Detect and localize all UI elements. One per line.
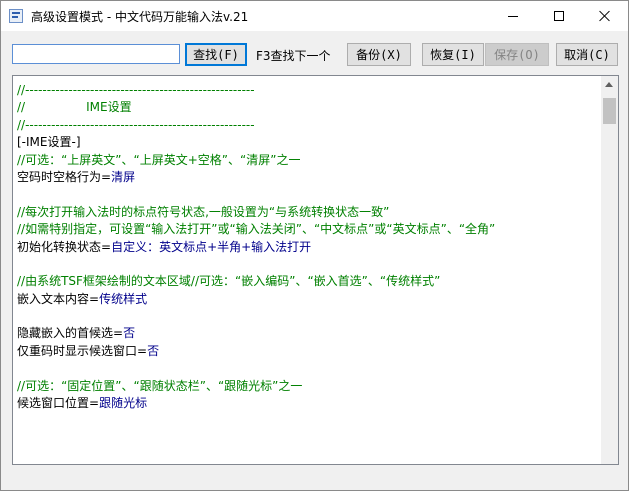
setting-key: 嵌入文本内容=	[17, 291, 100, 306]
setting-key: 隐藏嵌入的首候选=	[17, 326, 124, 341]
section-header: [-IME设置-]	[17, 135, 81, 150]
find-next-hint: F3查找下一个	[256, 49, 331, 63]
close-icon	[599, 10, 611, 22]
find-button[interactable]: 查找(F)	[185, 43, 247, 66]
code-line: //可选：“固定位置”、“跟随状态栏”、“跟随光标”之一	[17, 378, 597, 395]
setting-value: 清屏	[111, 169, 136, 184]
code-line: //如需特别指定，可设置“输入法打开”或“输入法关闭”、“中文标点”或“英文标点…	[17, 221, 597, 238]
setting-key: 候选窗口位置=	[17, 396, 100, 411]
search-input[interactable]	[12, 44, 180, 64]
code-line: //--------------------------------------…	[17, 117, 597, 134]
comment-text: //可选：“上屏英文”、“上屏英文+空格”、“清屏”之一	[17, 152, 301, 167]
config-editor[interactable]: //--------------------------------------…	[12, 75, 619, 465]
code-line: 初始化转换状态=自定义：英文标点+半角+输入法打开	[17, 239, 597, 256]
scroll-up-icon[interactable]	[605, 82, 613, 87]
code-line: //--------------------------------------…	[17, 82, 597, 99]
code-line: 嵌入文本内容=传统样式	[17, 291, 597, 308]
save-button[interactable]: 保存(O)	[485, 43, 549, 66]
cancel-button[interactable]: 取消(C)	[556, 43, 618, 66]
comment-text: //--------------------------------------…	[17, 117, 255, 132]
code-line: 候选窗口位置=跟随光标	[17, 395, 597, 412]
comment-text: //由系统TSF框架绘制的文本区域//可选：“嵌入编码”、“嵌入首选”、“传统样…	[17, 274, 441, 289]
vertical-scrollbar[interactable]	[601, 76, 618, 464]
comment-text: // IME设置	[17, 100, 132, 115]
code-line: // IME设置	[17, 99, 597, 116]
close-button[interactable]	[582, 1, 628, 31]
minimize-button[interactable]	[490, 1, 536, 31]
minimize-icon	[508, 16, 518, 17]
setting-value: 否	[147, 343, 160, 358]
code-line: [-IME设置-]	[17, 134, 597, 151]
comment-text: //--------------------------------------…	[17, 83, 255, 97]
comment-text: //如需特别指定，可设置“输入法打开”或“输入法关闭”、“中文标点”或“英文标点…	[17, 222, 496, 237]
setting-value: 传统样式	[99, 291, 148, 306]
code-line: //可选：“上屏英文”、“上屏英文+空格”、“清屏”之一	[17, 152, 597, 169]
code-line: 隐藏嵌入的首候选=否	[17, 325, 597, 342]
code-line: 仅重码时显示候选窗口=否	[17, 343, 597, 360]
setting-value: 否	[123, 326, 136, 341]
comment-text: //可选：“固定位置”、“跟随状态栏”、“跟随光标”之一	[17, 378, 303, 393]
setting-key: 初始化转换状态=	[17, 239, 112, 254]
app-window: 高级设置模式 - 中文代码万能输入法v.21 查找(F) F3查找下一个 备份(…	[0, 0, 629, 491]
scrollbar-thumb[interactable]	[603, 98, 616, 124]
setting-value: 自定义：英文标点+半角+输入法打开	[111, 239, 312, 254]
maximize-button[interactable]	[536, 1, 582, 31]
restore-button[interactable]: 恢复(I)	[422, 43, 484, 66]
window-title: 高级设置模式 - 中文代码万能输入法v.21	[31, 10, 249, 24]
setting-key: 仅重码时显示候选窗口=	[17, 343, 148, 358]
comment-text: //每次打开输入法时的标点符号状态,一般设置为“与系统转换状态一致”	[17, 204, 390, 219]
app-icon	[9, 9, 23, 23]
code-line: //每次打开输入法时的标点符号状态,一般设置为“与系统转换状态一致”	[17, 204, 597, 221]
code-text[interactable]: //--------------------------------------…	[17, 82, 597, 412]
setting-key: 空码时空格行为=	[17, 169, 112, 184]
title-bar[interactable]: 高级设置模式 - 中文代码万能输入法v.21	[1, 1, 628, 31]
code-line: //由系统TSF框架绘制的文本区域//可选：“嵌入编码”、“嵌入首选”、“传统样…	[17, 273, 597, 290]
code-line: 空码时空格行为=清屏	[17, 169, 597, 186]
setting-value: 跟随光标	[99, 396, 148, 411]
backup-button[interactable]: 备份(X)	[347, 43, 411, 66]
maximize-icon	[554, 11, 564, 21]
